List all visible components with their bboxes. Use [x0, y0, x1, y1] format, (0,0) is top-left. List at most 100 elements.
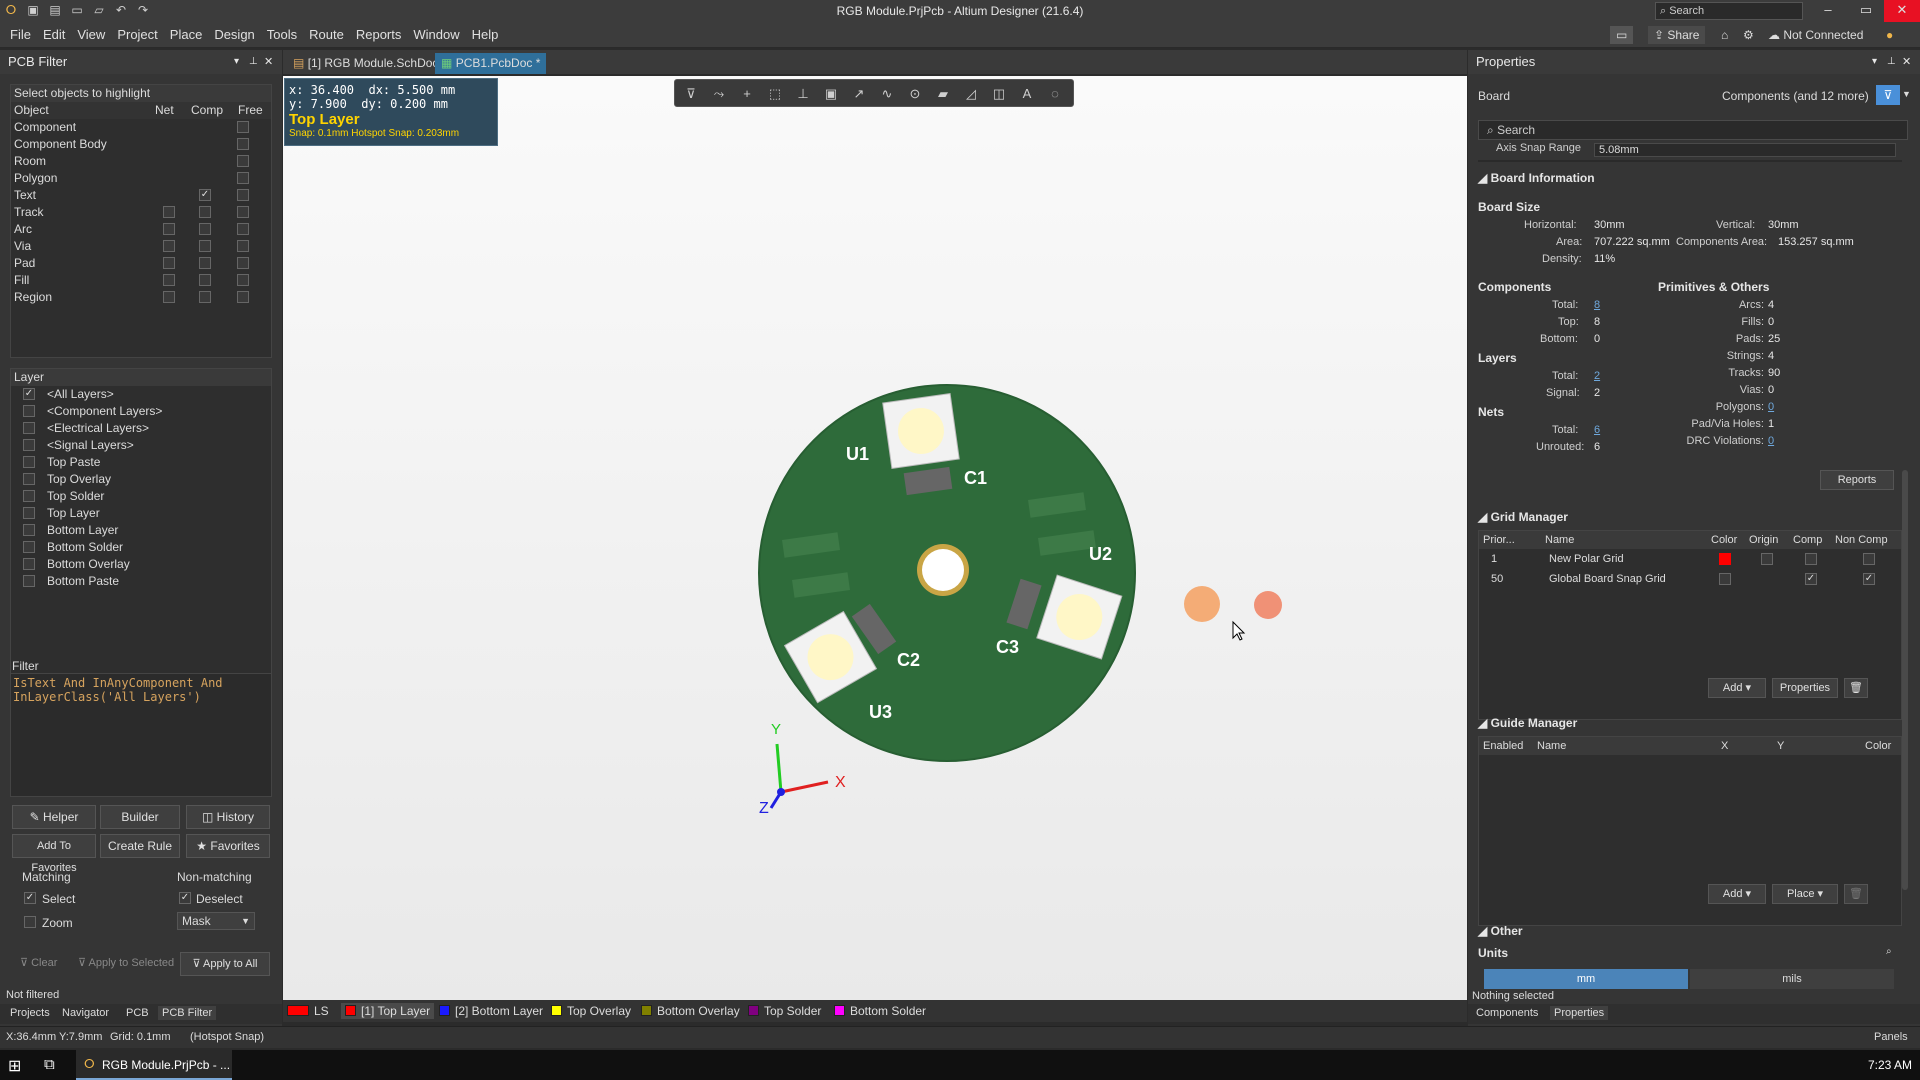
layer-checkbox[interactable]: [23, 507, 35, 519]
grid-manager-header[interactable]: ◢ Grid Manager: [1478, 510, 1912, 524]
dimension-icon[interactable]: ◿: [963, 86, 979, 102]
mask-dropdown[interactable]: Mask ▼: [177, 912, 255, 930]
layer-row[interactable]: Top Solder: [11, 488, 271, 505]
grid-row[interactable]: 1 New Polar Grid: [1479, 549, 1901, 569]
comp-checkbox[interactable]: [1805, 553, 1817, 565]
col-color[interactable]: Color: [1711, 531, 1737, 549]
tab-pcbdoc[interactable]: ▦ PCB1.PcbDoc *: [435, 53, 547, 74]
layer-checkbox[interactable]: [23, 473, 35, 485]
layer-tab-top-solder[interactable]: Top Solder: [748, 1003, 821, 1019]
home-icon[interactable]: ⌂: [1715, 26, 1734, 44]
history-button[interactable]: ◫ History: [186, 805, 270, 829]
layer-set-ls[interactable]: LS: [287, 1003, 329, 1019]
reports-button[interactable]: Reports: [1820, 470, 1894, 490]
tab-navigator[interactable]: Navigator: [62, 1007, 109, 1019]
layer-row[interactable]: Bottom Paste: [11, 573, 271, 590]
add-to-favorites-button[interactable]: Add To Favorites: [12, 834, 96, 874]
free-checkbox[interactable]: [237, 172, 249, 184]
menu-reports[interactable]: Reports: [350, 22, 408, 48]
axis-snap-input[interactable]: 5.08mm: [1594, 143, 1896, 157]
apply-to-all-button[interactable]: ⊽ Apply to All: [180, 952, 270, 976]
grid-color-swatch[interactable]: [1719, 573, 1731, 585]
layer-row[interactable]: <Component Layers>: [11, 403, 271, 420]
primitive-value[interactable]: 0: [1768, 435, 1774, 447]
menu-design[interactable]: Design: [208, 22, 260, 48]
chevron-down-icon[interactable]: ▼: [1902, 89, 1911, 99]
free-checkbox[interactable]: [237, 206, 249, 218]
component-icon[interactable]: ▣: [823, 86, 839, 102]
layer-checkbox[interactable]: [23, 405, 35, 417]
col-x[interactable]: X: [1721, 737, 1728, 755]
nets-total-value[interactable]: 6: [1594, 424, 1600, 436]
menu-file[interactable]: File: [4, 22, 37, 48]
trash-icon[interactable]: 🗑: [1844, 678, 1868, 698]
net-checkbox[interactable]: [163, 291, 175, 303]
comp-checkbox[interactable]: [199, 240, 211, 252]
col-enabled[interactable]: Enabled: [1483, 737, 1523, 755]
col-comp[interactable]: Comp: [1793, 531, 1822, 549]
col-origin[interactable]: Origin: [1749, 531, 1778, 549]
maximize-button[interactable]: ▭: [1848, 0, 1884, 22]
comp-checkbox[interactable]: [199, 274, 211, 286]
layer-tab-top[interactable]: [1] Top Layer: [341, 1003, 435, 1019]
panel-menu-icon[interactable]: ▾: [1872, 50, 1877, 74]
noncomp-checkbox[interactable]: [1863, 553, 1875, 565]
taskbar-app-altium[interactable]: ⵔ RGB Module.PrjPcb - ...: [76, 1050, 232, 1080]
layer-row[interactable]: <Signal Layers>: [11, 437, 271, 454]
comp-checkbox[interactable]: [199, 257, 211, 269]
interactive-route-icon[interactable]: ↗: [851, 86, 867, 102]
grid-color-swatch[interactable]: [1719, 553, 1731, 565]
pin-icon[interactable]: ⊥: [249, 50, 258, 74]
menu-tools[interactable]: Tools: [261, 22, 303, 48]
windows-start-icon[interactable]: ⊞: [8, 1056, 21, 1076]
select-rect-icon[interactable]: ⬚: [767, 86, 783, 102]
free-checkbox[interactable]: [237, 138, 249, 150]
layer-checkbox[interactable]: [23, 490, 35, 502]
col-color[interactable]: Color: [1865, 737, 1891, 755]
comp-checkbox[interactable]: [199, 291, 211, 303]
comp-total-value[interactable]: 8: [1594, 299, 1600, 311]
net-checkbox[interactable]: [163, 206, 175, 218]
layer-checkbox[interactable]: [23, 558, 35, 570]
free-checkbox[interactable]: [237, 121, 249, 133]
clear-button[interactable]: ⊽ Clear: [20, 956, 57, 969]
layer-tab-bottom-overlay[interactable]: Bottom Overlay: [641, 1003, 740, 1019]
layer-tab-bottom-solder[interactable]: Bottom Solder: [834, 1003, 926, 1019]
text-icon[interactable]: A: [1019, 86, 1035, 102]
favorites-button[interactable]: ★ Favorites: [186, 834, 270, 858]
layer-row[interactable]: ✓ <All Layers>: [11, 386, 271, 403]
layer-checkbox[interactable]: [23, 422, 35, 434]
layer-checkbox[interactable]: [23, 439, 35, 451]
comp-checkbox[interactable]: ✓: [199, 189, 211, 201]
chat-icon[interactable]: ▭: [1610, 26, 1634, 44]
user-avatar-icon[interactable]: ●: [1880, 26, 1899, 44]
col-name[interactable]: Name: [1545, 531, 1574, 549]
tab-schdoc[interactable]: ▤ [1] RGB Module.SchDoc: [287, 53, 445, 74]
free-checkbox[interactable]: [237, 155, 249, 167]
net-checkbox[interactable]: [163, 257, 175, 269]
grid-properties-button[interactable]: Properties: [1772, 678, 1838, 698]
search-icon[interactable]: ⌕: [1886, 946, 1892, 957]
filter-query-editor[interactable]: IsText And InAnyComponent And InLayerCla…: [10, 673, 272, 797]
guide-manager-header[interactable]: ◢ Guide Manager: [1478, 716, 1912, 730]
col-y[interactable]: Y: [1777, 737, 1784, 755]
diff-pair-icon[interactable]: ∿: [879, 86, 895, 102]
pin-icon[interactable]: ⊥: [1887, 50, 1896, 74]
free-checkbox[interactable]: [237, 189, 249, 201]
helper-button[interactable]: ✎ Helper: [12, 805, 96, 829]
origin-checkbox[interactable]: [1761, 553, 1773, 565]
panel-close-icon[interactable]: ✕: [264, 50, 273, 74]
layer-row[interactable]: Top Overlay: [11, 471, 271, 488]
layer-checkbox[interactable]: [23, 524, 35, 536]
minimize-button[interactable]: –: [1810, 0, 1846, 22]
comp-checkbox[interactable]: [199, 223, 211, 235]
create-rule-button[interactable]: Create Rule: [100, 834, 180, 858]
layer-checkbox[interactable]: ✓: [23, 388, 35, 400]
panel-menu-icon[interactable]: ▾: [234, 50, 239, 74]
menu-edit[interactable]: Edit: [37, 22, 71, 48]
filter-icon[interactable]: ⊽: [683, 86, 699, 102]
free-checkbox[interactable]: [237, 240, 249, 252]
scrollbar[interactable]: [1902, 470, 1908, 890]
search-box[interactable]: ⌕ Search: [1655, 2, 1803, 20]
arc-icon[interactable]: ◌: [1047, 86, 1063, 102]
